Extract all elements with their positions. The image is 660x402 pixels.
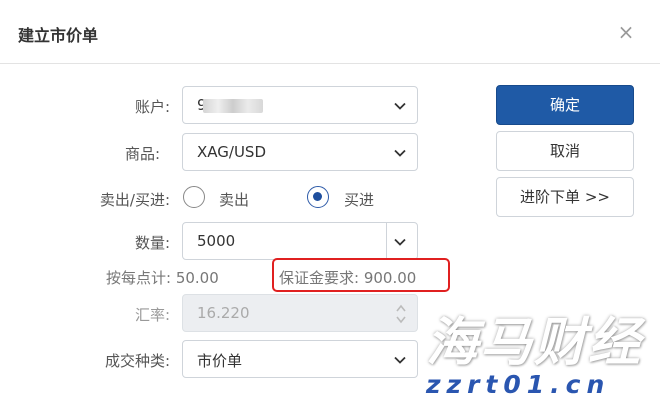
- symbol-label: 商品:: [124, 145, 160, 163]
- margin-highlight-box: [272, 258, 450, 292]
- chevron-down-icon: [394, 149, 406, 157]
- chevron-down-icon: [394, 356, 406, 364]
- side-label: 卖出/买进:: [99, 191, 170, 209]
- qty-divider: [386, 223, 387, 259]
- chevron-down-icon[interactable]: [393, 235, 407, 249]
- qty-combobox[interactable]: 5000: [182, 222, 418, 260]
- watermark-url: zzrt01.cn: [426, 370, 611, 399]
- order-type-select[interactable]: 市价单: [182, 340, 418, 378]
- buy-radio-label: 买进: [344, 191, 375, 209]
- qty-label: 数量:: [134, 234, 170, 252]
- chevron-down-icon: [394, 102, 406, 110]
- account-redaction: [203, 99, 263, 113]
- symbol-value: XAG/USD: [197, 143, 267, 161]
- order-type-value: 市价单: [197, 352, 243, 370]
- spinner-icon: [396, 304, 406, 324]
- sell-radio[interactable]: [183, 186, 205, 208]
- rate-label: 汇率:: [134, 306, 170, 324]
- symbol-select[interactable]: XAG/USD: [182, 133, 418, 171]
- per-point-value: 按每点计: 50.00: [106, 269, 219, 287]
- account-label: 账户:: [134, 98, 170, 116]
- dialog-titlebar: 建立市价单 ×: [0, 0, 660, 64]
- dialog-title: 建立市价单: [18, 26, 99, 45]
- qty-value: 5000: [197, 232, 236, 250]
- watermark-text: 海马财经: [426, 313, 643, 373]
- rate-value: 16.220: [197, 304, 250, 322]
- market-order-dialog: 建立市价单 × 账户: 9 商品: XAG/USD 卖出/买进: 卖出 买进 数…: [0, 0, 660, 402]
- rate-input: 16.220: [182, 294, 418, 332]
- cancel-button[interactable]: 取消: [496, 131, 634, 171]
- close-icon[interactable]: ×: [616, 20, 636, 44]
- sell-radio-label: 卖出: [219, 191, 250, 209]
- watermark: 海马财经 zzrt01.cn: [418, 300, 660, 402]
- buy-radio[interactable]: [307, 186, 329, 208]
- order-type-label: 成交种类:: [104, 352, 170, 370]
- account-select[interactable]: 9: [182, 86, 418, 124]
- advanced-order-button[interactable]: 进阶下单 >>: [496, 177, 634, 217]
- ok-button[interactable]: 确定: [496, 85, 634, 125]
